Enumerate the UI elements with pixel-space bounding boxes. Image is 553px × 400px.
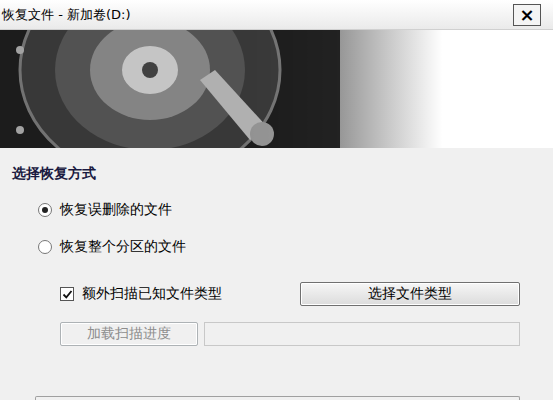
title-bar: 恢复文件 - 新加卷(D:) × [0, 0, 553, 30]
mode-list: 恢复误删除的文件 恢复整个分区的文件 [12, 200, 541, 257]
option-checkbox[interactable]: 额外扫描已知文件类型 [60, 284, 300, 304]
section-title: 选择恢复方式 [12, 164, 541, 182]
recover-dialog: 恢复文件 - 新加卷(D:) × 选择恢复方式 恢复误删除的文件 恢复整个分区的… [0, 0, 553, 400]
checkbox-icon[interactable] [60, 287, 74, 301]
mode-radio[interactable]: 恢复误删除的文件 [38, 200, 541, 220]
radio-icon[interactable] [38, 203, 52, 217]
mode-label: 恢复误删除的文件 [60, 201, 172, 219]
radio-icon[interactable] [38, 240, 52, 254]
hard-disk-icon [0, 30, 340, 148]
window-title: 恢复文件 - 新加卷(D:) [2, 6, 131, 24]
load-progress-button[interactable]: 加载扫描进度 [60, 322, 198, 346]
check-icon [62, 289, 73, 300]
mode-label: 恢复整个分区的文件 [60, 238, 186, 256]
progress-path-field[interactable] [204, 322, 520, 346]
group-box [35, 396, 520, 400]
banner [0, 30, 553, 148]
close-button[interactable]: × [513, 4, 541, 26]
option-label: 额外扫描已知文件类型 [82, 285, 222, 303]
mode-radio[interactable]: 恢复整个分区的文件 [38, 237, 541, 257]
file-type-button[interactable]: 选择文件类型 [300, 282, 520, 306]
